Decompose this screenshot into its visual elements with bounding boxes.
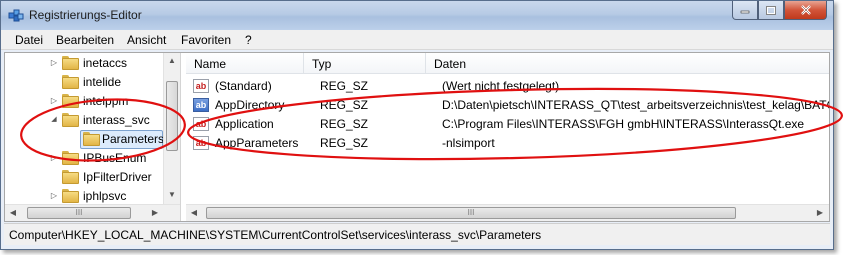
string-value-icon: ab: [193, 136, 209, 150]
scroll-right-icon[interactable]: ▶: [812, 205, 828, 221]
tree-vertical-scrollbar[interactable]: ▲ ▼: [163, 53, 180, 204]
minimize-button[interactable]: [732, 1, 758, 20]
scroll-thumb[interactable]: III: [27, 207, 131, 219]
column-header-type[interactable]: Typ: [304, 53, 426, 74]
close-icon: [800, 5, 811, 15]
scroll-down-icon[interactable]: ▼: [164, 187, 180, 203]
values-horizontal-scrollbar[interactable]: ◀ III ▶: [186, 204, 829, 221]
value-type: REG_SZ: [320, 117, 369, 131]
value-type: REG_SZ: [320, 79, 369, 93]
column-header-label: Name: [194, 57, 227, 71]
close-button[interactable]: [784, 1, 827, 20]
value-data: C:\Program Files\INTERASS\FGH gmbH\INTER…: [442, 117, 805, 131]
folder-icon: [62, 151, 79, 165]
value-name: AppDirectory: [215, 98, 285, 112]
value-name: AppParameters: [215, 136, 299, 150]
registry-tree: ▷ inetaccs intelide ▷ intelppm ◢ interas…: [5, 53, 181, 221]
regedit-app-icon: [8, 9, 24, 22]
value-name: Application: [215, 117, 274, 131]
string-value-icon: ab: [193, 79, 209, 93]
maximize-button[interactable]: [758, 1, 784, 20]
maximize-icon: [766, 5, 776, 15]
client-area: ▷ inetaccs intelide ▷ intelppm ◢ interas…: [4, 52, 830, 222]
tree-item-inetaccs[interactable]: ▷ inetaccs: [5, 54, 180, 73]
expand-arrow-icon[interactable]: ▷: [49, 58, 59, 68]
tree-item-label: Parameters: [102, 132, 165, 146]
menu-favoriten[interactable]: Favoriten: [181, 33, 231, 47]
value-data: -nlsimport: [442, 136, 495, 150]
menu-ansicht[interactable]: Ansicht: [127, 33, 166, 47]
status-bar: Computer\HKEY_LOCAL_MACHINE\SYSTEM\Curre…: [4, 223, 830, 245]
tree-item-label: iphlpsvc: [83, 189, 127, 203]
value-data: D:\Daten\pietsch\INTERASS_QT\test_arbeit…: [442, 98, 829, 112]
tree-item-label: intelide: [83, 75, 122, 89]
expand-arrow-icon[interactable]: ▷: [49, 191, 59, 201]
column-header-label: Typ: [312, 57, 332, 71]
folder-icon: [62, 75, 79, 89]
scroll-up-icon[interactable]: ▲: [164, 53, 180, 69]
tree-item-label: intelppm: [83, 94, 129, 108]
tree-item-interass-svc[interactable]: ◢ interass_svc: [5, 111, 180, 130]
tree-item-label: IpFilterDriver: [83, 170, 152, 184]
folder-icon: [62, 56, 79, 70]
scroll-thumb[interactable]: [166, 81, 178, 151]
column-header-data[interactable]: Daten: [426, 53, 829, 74]
expand-arrow-icon[interactable]: ▷: [49, 153, 59, 163]
regedit-window: Registrierungs-Editor Datei Bearbeiten A…: [0, 0, 834, 250]
folder-icon: [62, 94, 79, 108]
value-type: REG_SZ: [320, 98, 369, 112]
menu-bar: Datei Bearbeiten Ansicht Favoriten ?: [1, 30, 833, 50]
tree-item-ipbusenum[interactable]: ▷ IPBusEnum: [5, 149, 180, 168]
tree-item-ipfilterdriver[interactable]: IpFilterDriver: [5, 168, 180, 187]
tree-horizontal-scrollbar[interactable]: ◀ III ▶: [5, 204, 180, 221]
value-row-application[interactable]: ab Application REG_SZ C:\Program Files\I…: [186, 115, 829, 134]
folder-icon: [62, 170, 79, 184]
string-value-icon: ab: [193, 117, 209, 131]
tree-item-label: inetaccs: [83, 56, 128, 70]
expand-arrow-icon[interactable]: ▷: [49, 96, 59, 106]
folder-open-icon: [83, 132, 100, 146]
tree-item-label: interass_svc: [83, 113, 150, 127]
collapse-arrow-icon[interactable]: ◢: [49, 115, 59, 125]
folder-icon: [62, 189, 79, 203]
menu-bearbeiten[interactable]: Bearbeiten: [56, 33, 114, 47]
column-header-name[interactable]: Name: [186, 53, 304, 74]
menu-help[interactable]: ?: [245, 33, 252, 47]
scroll-right-icon[interactable]: ▶: [147, 205, 163, 221]
tree-item-label: IPBusEnum: [83, 151, 147, 165]
scroll-left-icon[interactable]: ◀: [186, 205, 202, 221]
values-list: Name Typ Daten ab (Standard) REG_SZ (Wer…: [186, 53, 829, 221]
title-bar[interactable]: Registrierungs-Editor: [1, 1, 833, 30]
value-name: (Standard): [215, 79, 272, 93]
scroll-left-icon[interactable]: ◀: [5, 205, 21, 221]
value-row-standard[interactable]: ab (Standard) REG_SZ (Wert nicht festgel…: [186, 77, 829, 96]
minimize-icon: [740, 10, 750, 14]
value-type: REG_SZ: [320, 136, 369, 150]
window-controls: [732, 1, 827, 20]
tree-item-intelppm[interactable]: ▷ intelppm: [5, 92, 180, 111]
expandable-string-icon: ab: [193, 98, 209, 112]
tree-item-parameters[interactable]: Parameters: [5, 130, 180, 149]
tree-item-intelide[interactable]: intelide: [5, 73, 180, 92]
value-data: (Wert nicht festgelegt): [442, 79, 560, 93]
value-row-appdirectory[interactable]: ab AppDirectory REG_SZ D:\Daten\pietsch\…: [186, 96, 829, 115]
key-path: Computer\HKEY_LOCAL_MACHINE\SYSTEM\Curre…: [9, 228, 542, 242]
column-header-label: Daten: [434, 57, 467, 71]
menu-datei[interactable]: Datei: [15, 33, 43, 47]
scroll-thumb[interactable]: III: [206, 207, 736, 219]
folder-icon: [62, 113, 79, 127]
window-title: Registrierungs-Editor: [29, 8, 142, 22]
value-row-appparameters[interactable]: ab AppParameters REG_SZ -nlsimport: [186, 134, 829, 153]
